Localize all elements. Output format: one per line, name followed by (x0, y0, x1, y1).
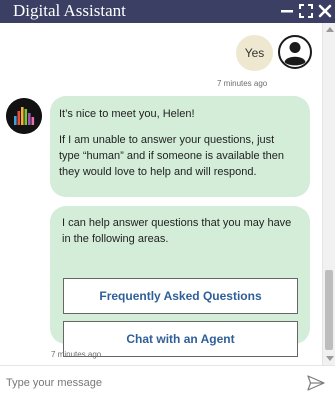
scroll-up-arrow-icon[interactable] (326, 27, 334, 32)
minimize-icon[interactable] (279, 3, 295, 19)
bot-options-text: I can help answer questions that you may… (62, 217, 292, 245)
bot-avatar-icon (6, 98, 42, 134)
chat-transcript: Yes 7 minutes ago It’s nice to meet you,… (0, 23, 322, 365)
bot-greeting-text: It’s nice to meet you, Helen! (59, 108, 195, 120)
user-avatar-icon (278, 35, 312, 69)
bot-options-bubble: I can help answer questions that you may… (50, 206, 310, 357)
message-timestamp: 7 minutes ago (51, 350, 102, 359)
bot-message-bubble: It’s nice to meet you, Helen! If I am un… (50, 96, 310, 197)
faq-button[interactable]: Frequently Asked Questions (63, 278, 298, 314)
scroll-down-arrow-icon[interactable] (326, 356, 334, 361)
close-icon[interactable] (317, 3, 333, 19)
message-timestamp: 7 minutes ago (217, 79, 268, 88)
bot-help-text: If I am unable to answer your questions,… (59, 134, 285, 178)
chat-scrollbar[interactable] (322, 23, 335, 365)
send-icon[interactable] (307, 375, 325, 391)
user-message-bubble: Yes (236, 35, 273, 71)
scrollbar-thumb[interactable] (325, 270, 333, 350)
window-title: Digital Assistant (13, 1, 126, 20)
message-input[interactable] (6, 371, 291, 395)
title-bar: Digital Assistant (0, 0, 335, 23)
maximize-icon[interactable] (298, 3, 314, 19)
message-composer (0, 365, 335, 400)
